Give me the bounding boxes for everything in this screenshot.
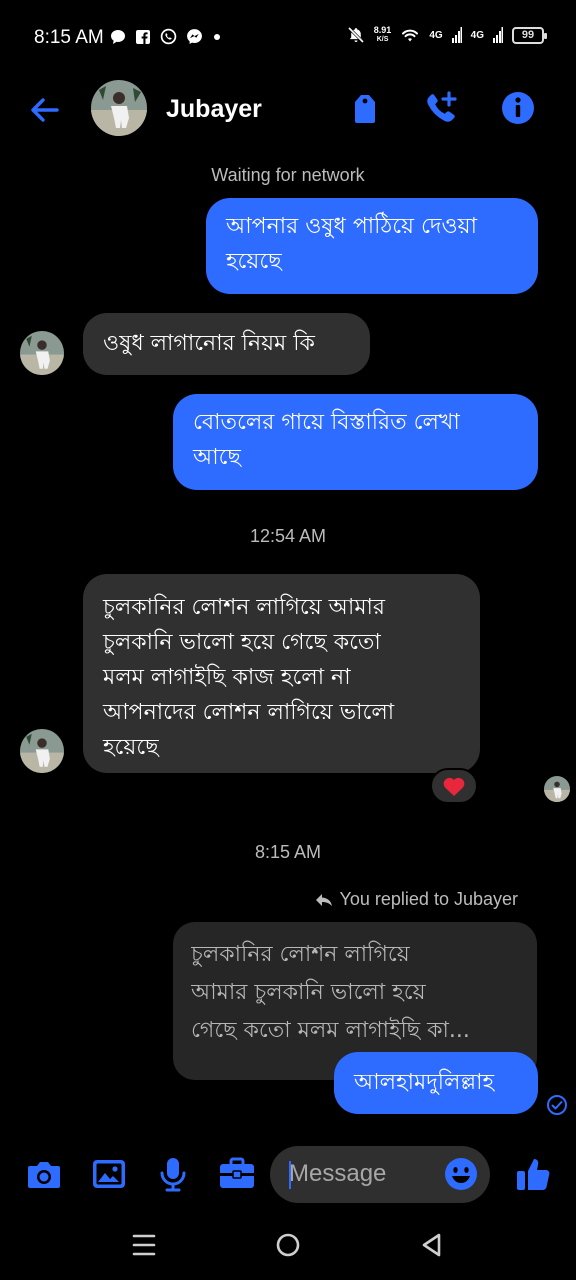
reply-arrow-icon [315,893,332,906]
wifi-icon [402,29,419,42]
message-line: আপনাদের লোশন লাগিয়ে ভালো [103,700,395,725]
home-icon[interactable] [273,1230,303,1260]
facebook-icon [136,29,150,44]
message-placeholder: Message [289,1160,387,1187]
thumbs-up-icon[interactable] [514,1154,554,1194]
whatsapp-icon [160,28,177,45]
signal-2-icon [493,27,503,43]
message-outgoing[interactable]: আপনার ওষুধ পাঠিয়ে দেওয়া হয়েছে [206,198,538,294]
network-status-text: Waiting for network [211,165,365,185]
message-incoming[interactable]: ওষুধ লাগানোর নিয়ম কি [83,313,370,375]
message-line: হয়েছে [103,735,159,760]
signal-1-label: 4G [429,29,443,41]
network-speed: 8.91 K/S [374,26,392,44]
signal-1-icon [451,27,462,43]
briefcase-icon[interactable] [217,1154,257,1194]
emoji-icon[interactable] [443,1156,479,1192]
message-line: হয়েছে [226,249,282,274]
info-icon[interactable] [500,90,536,126]
messenger-icon [187,29,202,44]
system-navigation-bar [0,1210,576,1280]
quoted-line: চুলকানির লোশন লাগিয়ে [191,942,410,967]
message-composer: Message [0,1140,576,1210]
reply-indicator: You replied to Jubayer [314,889,518,910]
message-line: মলম লাগাইছি কাজ হলো না [103,665,351,690]
message-line: আলহামদুলিল্লাহ [354,1070,495,1095]
conversation-header: Jubayer [0,76,576,146]
message-line: বোতলের গায়ে বিস্তারিত লেখা [193,410,460,435]
battery-indicator: 99 [512,26,547,44]
contact-name[interactable]: Jubayer [166,95,262,124]
notification-icons [110,28,222,45]
contact-avatar[interactable] [20,331,64,375]
menu-icon[interactable] [129,1230,159,1260]
camera-icon[interactable] [24,1154,64,1194]
back-icon[interactable] [417,1230,447,1260]
network-speed-value: 8.91 [373,25,392,35]
reply-indicator-label: You replied to Jubayer [339,889,518,909]
signal-2-label: 4G [470,29,484,41]
system-icons: 8.91 K/S 4G 4G 99 [347,26,547,44]
message-outgoing[interactable]: আলহামদুলিল্লাহ [334,1052,538,1114]
heart-icon [443,777,465,796]
read-receipt-avatar [544,776,570,802]
chat-notification-icon [111,29,125,44]
message-line: আপনার ওষুধ পাঠিয়ে দেওয়া [226,214,478,239]
message-line: ওষুধ লাগানোর নিয়ম কি [103,331,315,356]
message-input[interactable]: Message [270,1146,490,1203]
message-line: আছে [193,445,241,470]
contact-avatar[interactable] [20,729,64,773]
message-incoming[interactable]: চুলকানির লোশন লাগিয়ে আমার চুলকানি ভালো … [83,574,480,773]
message-reaction[interactable] [430,768,478,804]
mute-bell-icon [347,26,364,44]
tag-icon[interactable] [347,90,383,126]
network-speed-unit: K/S [376,36,389,43]
quoted-line: আমার চুলকানি ভালো হয়ে [191,980,426,1005]
status-bar: 8:15 AM 8.91 K/S 4G 4G 99 [0,0,576,76]
message-outgoing[interactable]: বোতলের গায়ে বিস্তারিত লেখা আছে [173,394,538,490]
quoted-line: গেছে কতো মলম লাগাইছি কা... [191,1018,470,1043]
seen-check-icon [547,1095,567,1115]
message-line: চুলকানির লোশন লাগিয়ে আমার [103,595,386,620]
timestamp: 8:15 AM [254,842,322,862]
mic-icon[interactable] [153,1154,193,1194]
back-arrow-icon[interactable] [26,92,62,128]
status-time: 8:15 AM [34,27,104,48]
message-line: চুলকানি ভালো হয়ে গেছে কতো [103,630,381,655]
image-icon[interactable] [89,1154,129,1194]
timestamp: 12:54 AM [249,526,327,546]
dot-icon [214,33,220,40]
add-call-icon[interactable] [423,90,459,126]
contact-avatar[interactable] [91,80,147,136]
